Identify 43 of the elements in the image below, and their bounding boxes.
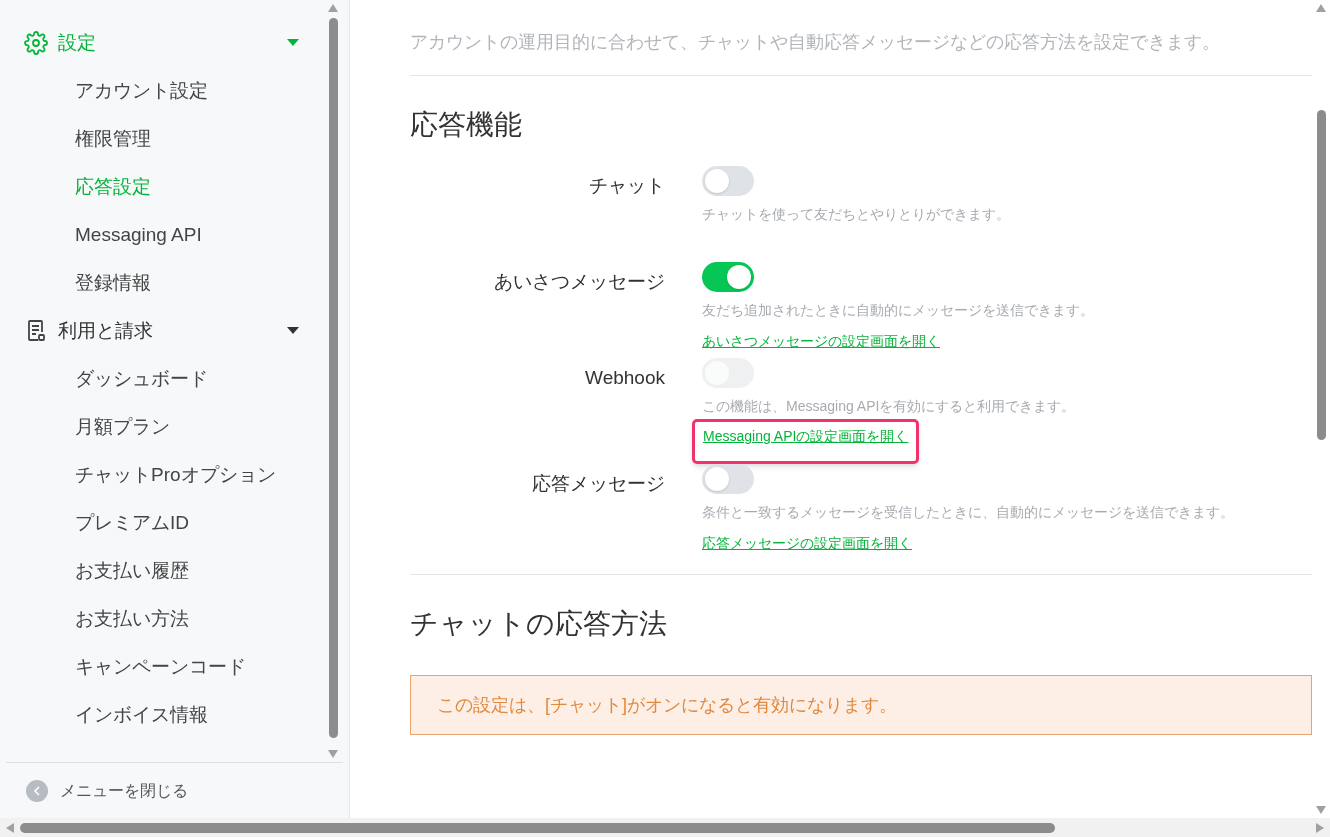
- sidebar-section[interactable]: 利用と請求: [24, 307, 301, 355]
- setting-description: 友だち追加されたときに自動的にメッセージを送信できます。: [702, 301, 1094, 320]
- sidebar-item[interactable]: 登録情報: [24, 259, 301, 307]
- section-heading: チャットの応答方法: [410, 607, 668, 641]
- sidebar-item[interactable]: お支払い方法: [24, 595, 301, 643]
- scroll-right-icon[interactable]: [1316, 822, 1324, 833]
- scroll-left-icon[interactable]: [6, 822, 14, 833]
- scrollbar-thumb[interactable]: [20, 822, 1055, 833]
- sidebar-item[interactable]: インボイス情報: [24, 691, 301, 739]
- setting-label: あいさつメッセージ: [493, 270, 665, 294]
- sidebar-item[interactable]: プレミアムID: [24, 499, 301, 547]
- scrollbar-thumb[interactable]: [1316, 110, 1326, 440]
- gear-icon: [24, 31, 48, 55]
- scroll-up-icon[interactable]: [328, 4, 338, 12]
- section-heading: 応答機能: [410, 108, 523, 142]
- scroll-down-icon[interactable]: [1316, 806, 1326, 814]
- setting-description: 条件と一致するメッセージを受信したときに、自動的にメッセージを送信できます。: [702, 503, 1234, 522]
- sidebar-item[interactable]: Messaging API: [24, 211, 301, 259]
- setting-description: チャットを使って友だちとやりとりができます。: [702, 205, 1010, 224]
- setting-description: この機能は、Messaging APIを有効にすると利用できます。: [702, 397, 1076, 416]
- setting-label: チャット: [588, 174, 665, 198]
- caret-icon: [287, 39, 299, 47]
- scrollbar[interactable]: [0, 818, 1330, 837]
- sidebar-item[interactable]: チャットProオプション: [24, 451, 301, 499]
- toggle-switch[interactable]: [702, 262, 754, 292]
- setting-label: 応答メッセージ: [531, 472, 665, 496]
- toggle-switch[interactable]: [702, 166, 754, 196]
- sidebar-item[interactable]: キャンペーンコード: [24, 643, 301, 691]
- setting-label: Webhook: [584, 366, 665, 390]
- sidebar-item[interactable]: アカウント設定: [24, 67, 301, 115]
- page-description: アカウントの運用目的に合わせて、チャットや自動応答メッセージなどの応答方法を設定できます。: [410, 31, 1221, 54]
- notice-banner: この設定は、[チャット]がオンになると有効になります。: [410, 675, 1312, 735]
- caret-icon: [287, 327, 299, 335]
- sidebar-item[interactable]: 権限管理: [24, 115, 301, 163]
- sidebar-item[interactable]: お支払い履歴: [24, 547, 301, 595]
- chevron-left-icon: [26, 779, 48, 802]
- scroll-up-icon[interactable]: [1316, 4, 1326, 12]
- sidebar-item[interactable]: ダッシュボード: [24, 355, 301, 403]
- toggle-switch[interactable]: [702, 464, 754, 494]
- scrollbar-thumb[interactable]: [328, 18, 338, 738]
- scroll-down-icon[interactable]: [328, 750, 338, 758]
- close-menu-button[interactable]: メニューを閉じる: [26, 778, 188, 803]
- sidebar-item[interactable]: 月額プラン: [24, 403, 301, 451]
